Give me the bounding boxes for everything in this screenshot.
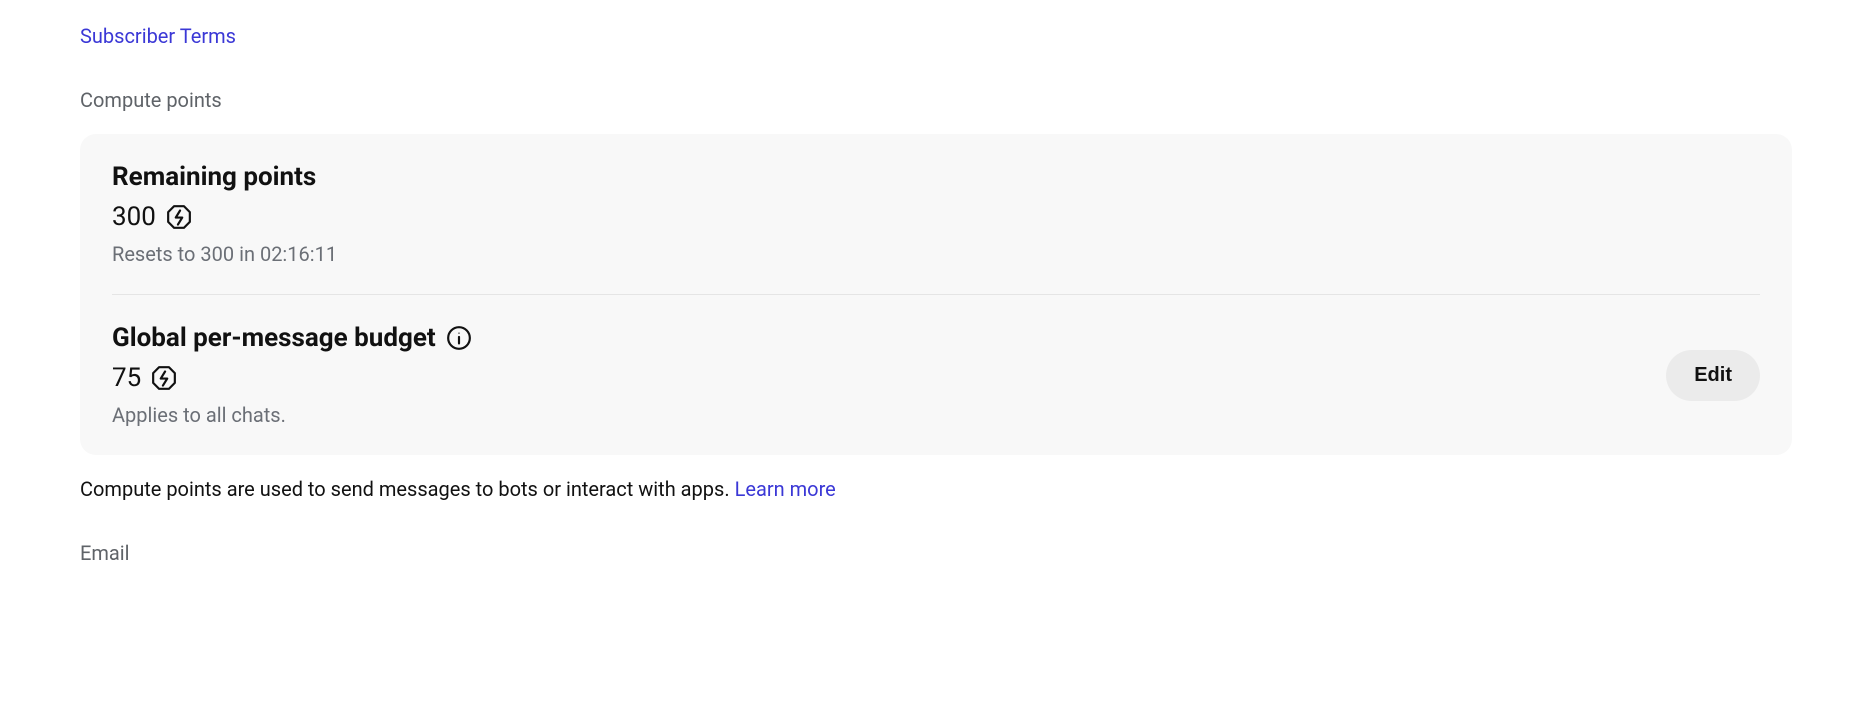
bolt-icon <box>151 365 177 391</box>
info-icon[interactable] <box>446 325 472 351</box>
remaining-points-value: 300 <box>112 202 156 232</box>
remaining-points-value-row: 300 <box>112 202 1760 232</box>
remaining-points-reset-line: Resets to 300 in 02:16:11 <box>112 242 1760 266</box>
global-budget-title-text: Global per-message budget <box>112 323 436 353</box>
edit-button[interactable]: Edit <box>1666 350 1760 401</box>
learn-more-link[interactable]: Learn more <box>735 477 836 501</box>
remaining-points-title-text: Remaining points <box>112 162 316 192</box>
global-budget-block: Global per-message budget 75 <box>112 323 1760 427</box>
compute-points-description: Compute points are used to send messages… <box>80 477 1792 501</box>
card-divider <box>112 294 1760 295</box>
remaining-points-title: Remaining points <box>112 162 1760 192</box>
global-budget-title: Global per-message budget <box>112 323 1666 353</box>
global-budget-value: 75 <box>112 363 141 393</box>
remaining-points-block: Remaining points 300 Resets to 300 in 02… <box>112 162 1760 266</box>
compute-points-card: Remaining points 300 Resets to 300 in 02… <box>80 134 1792 455</box>
compute-points-description-text: Compute points are used to send messages… <box>80 477 735 501</box>
compute-points-label: Compute points <box>80 88 1792 112</box>
bolt-icon <box>166 204 192 230</box>
global-budget-value-row: 75 <box>112 363 1666 393</box>
subscriber-terms-link[interactable]: Subscriber Terms <box>80 24 236 48</box>
email-label: Email <box>80 541 1792 565</box>
global-budget-applies-line: Applies to all chats. <box>112 403 1666 427</box>
